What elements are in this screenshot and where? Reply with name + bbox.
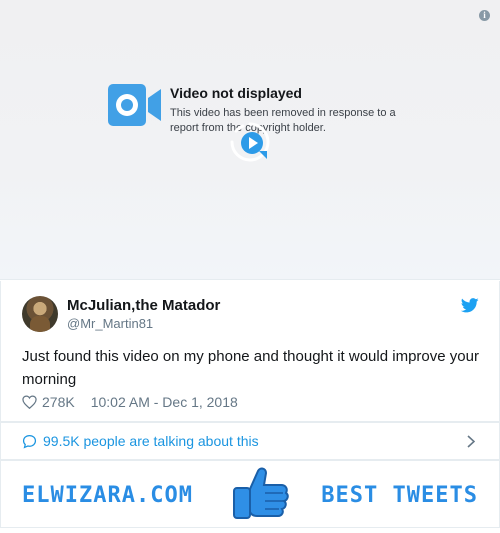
video-unavailable-description: This video has been removed in response … <box>170 107 396 134</box>
video-placeholder: i Video not displayed This video has bee… <box>0 0 500 280</box>
heart-icon[interactable] <box>22 395 37 409</box>
author-name[interactable]: McJulian,the Matador <box>67 297 220 314</box>
avatar[interactable] <box>22 296 58 332</box>
tweet-card[interactable]: McJulian,the Matador @Mr_Martin81 Just f… <box>0 281 500 422</box>
tweet-timestamp[interactable]: 10:02 AM - Dec 1, 2018 <box>91 394 238 410</box>
info-icon[interactable]: i <box>479 10 490 21</box>
author-handle[interactable]: @Mr_Martin81 <box>67 316 153 331</box>
video-camera-icon <box>108 84 161 126</box>
speech-bubble-icon <box>22 434 37 449</box>
like-count[interactable]: 278K <box>42 394 75 410</box>
conversation-link[interactable]: 99.5K people are talking about this <box>0 422 500 460</box>
tweet-text: Just found this video on my phone and th… <box>22 348 479 388</box>
tweet-meta: 278K 10:02 AM - Dec 1, 2018 <box>22 394 238 410</box>
thumbs-up-icon <box>233 467 289 519</box>
twitter-bird-icon[interactable] <box>461 298 479 313</box>
banner-tagline: BEST TWEETS <box>321 483 478 508</box>
video-unavailable-title: Video not displayed <box>170 85 302 101</box>
chevron-right-icon[interactable] <box>467 435 475 448</box>
play-loader-icon[interactable] <box>229 121 271 163</box>
banner-site-name: ELWIZARA.COM <box>22 483 193 508</box>
conversation-label[interactable]: 99.5K people are talking about this <box>43 433 259 449</box>
promo-banner: ELWIZARA.COM BEST TWEETS <box>0 460 500 528</box>
